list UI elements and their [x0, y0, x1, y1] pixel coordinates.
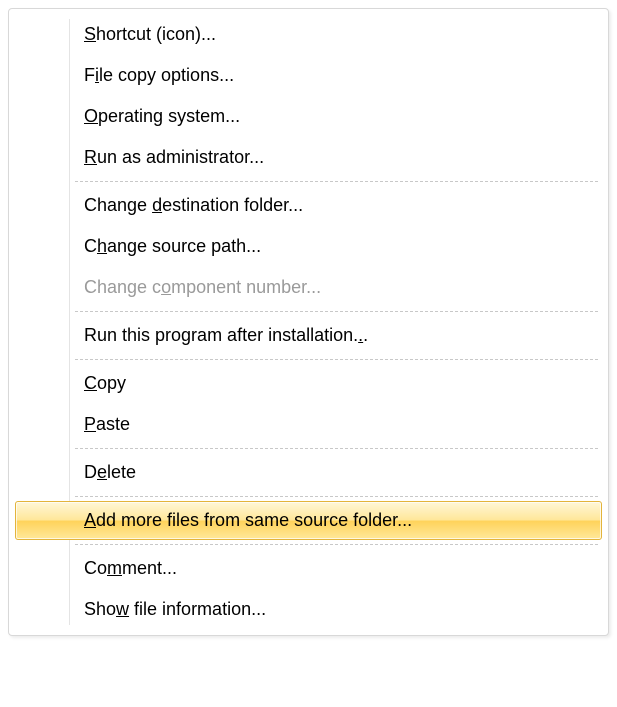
menu-item-run-after-installation[interactable]: Run this program after installation...	[15, 316, 602, 355]
menu-item-change-component-number: Change component number...	[15, 268, 602, 307]
menu-separator	[75, 181, 598, 182]
menu-item-copy[interactable]: Copy	[15, 364, 602, 403]
menu-item-change-source-path[interactable]: Change source path...	[15, 227, 602, 266]
menu-item-label: File copy options...	[84, 65, 234, 85]
menu-item-label: Paste	[84, 414, 130, 434]
menu-item-label: Add more files from same source folder..…	[84, 510, 412, 530]
menu-item-run-as-administrator[interactable]: Run as administrator...	[15, 138, 602, 177]
menu-item-delete[interactable]: Delete	[15, 453, 602, 492]
menu-item-operating-system[interactable]: Operating system...	[15, 97, 602, 136]
menu-separator	[75, 496, 598, 497]
menu-item-label: Copy	[84, 373, 126, 393]
menu-item-label: Run this program after installation...	[84, 325, 368, 345]
menu-item-show-file-information[interactable]: Show file information...	[15, 590, 602, 629]
menu-separator	[75, 448, 598, 449]
menu-item-label: Change destination folder...	[84, 195, 303, 215]
menu-item-change-destination-folder[interactable]: Change destination folder...	[15, 186, 602, 225]
menu-item-paste[interactable]: Paste	[15, 405, 602, 444]
menu-item-label: Operating system...	[84, 106, 240, 126]
menu-separator	[75, 544, 598, 545]
menu-item-label: Show file information...	[84, 599, 266, 619]
menu-item-label: Delete	[84, 462, 136, 482]
menu-item-add-more-files[interactable]: Add more files from same source folder..…	[15, 501, 602, 540]
menu-item-label: Shortcut (icon)...	[84, 24, 216, 44]
menu-item-label: Run as administrator...	[84, 147, 264, 167]
menu-item-comment[interactable]: Comment...	[15, 549, 602, 588]
context-menu: Shortcut (icon)... File copy options... Op…	[8, 8, 609, 636]
menu-item-label: Comment...	[84, 558, 177, 578]
menu-item-label: Change component number...	[84, 277, 321, 297]
menu-item-label: Change source path...	[84, 236, 261, 256]
menu-separator	[75, 359, 598, 360]
menu-item-shortcut-icon[interactable]: Shortcut (icon)...	[15, 15, 602, 54]
menu-separator	[75, 311, 598, 312]
menu-item-file-copy-options[interactable]: File copy options...	[15, 56, 602, 95]
